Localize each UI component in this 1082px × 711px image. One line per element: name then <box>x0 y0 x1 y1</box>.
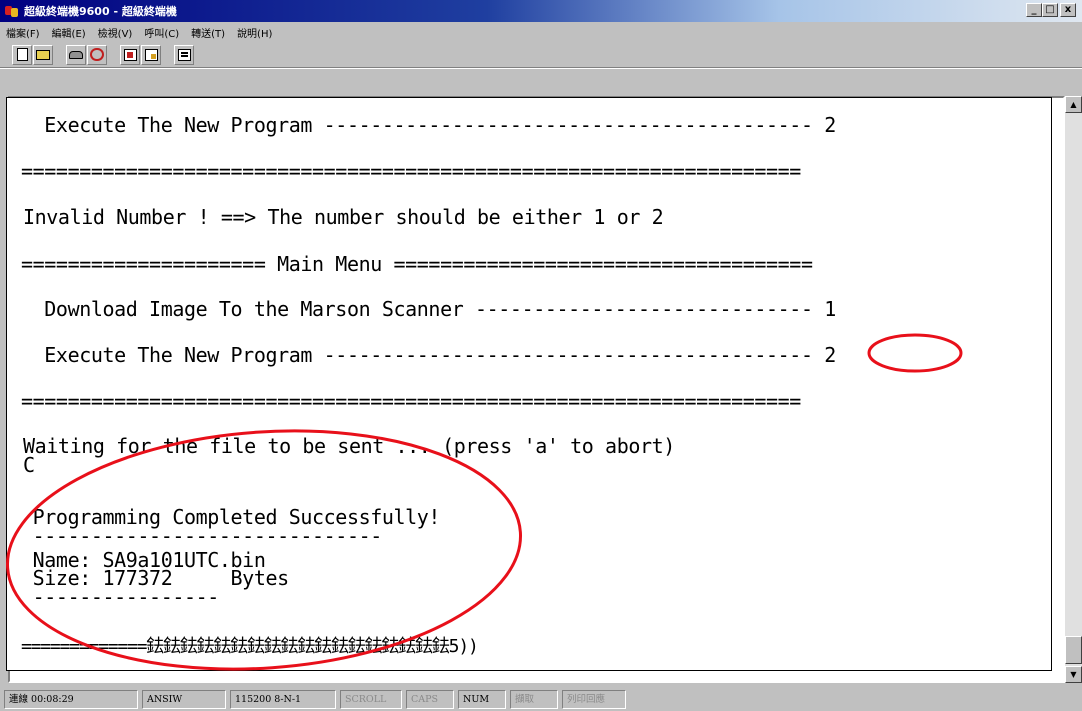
terminal-line: ------------------------------ <box>21 524 383 548</box>
terminal-screen[interactable]: Execute The New Program ----------------… <box>6 97 1052 671</box>
terminal-line: ========================================… <box>21 389 801 413</box>
scroll-down-button[interactable]: ▼ <box>1065 666 1082 683</box>
terminal-line: Waiting for the file to be sent ... (pre… <box>23 434 675 458</box>
hang-up-button[interactable] <box>87 44 107 65</box>
scroll-up-button[interactable]: ▲ <box>1065 96 1082 113</box>
new-button[interactable] <box>12 44 32 65</box>
toolbar <box>0 42 1082 68</box>
status-caps: CAPS <box>406 690 454 709</box>
menu-edit[interactable]: 編輯(E) <box>52 25 86 40</box>
terminal-line: Download Image To the Marson Scanner ---… <box>21 297 836 321</box>
call-button[interactable] <box>66 44 86 65</box>
properties-button[interactable] <box>174 44 194 65</box>
call-icon <box>69 50 83 59</box>
terminal-line: Execute The New Program ----------------… <box>21 343 836 367</box>
terminal-line: C <box>23 453 35 477</box>
menu-transfer[interactable]: 轉送(T) <box>191 25 225 40</box>
status-scroll: SCROLL <box>340 690 402 709</box>
open-icon <box>36 49 50 60</box>
minimize-button[interactable]: _ <box>1026 3 1042 17</box>
new-icon <box>16 48 28 61</box>
window-title: 超級終端機9600 - 超級終端機 <box>24 5 177 18</box>
menu-help[interactable]: 說明(H) <box>237 25 272 40</box>
hang-up-icon <box>90 48 104 61</box>
menu-view[interactable]: 檢視(V) <box>98 25 133 40</box>
terminal-line: =============鉣鉣鉣鉣鉣鉣鉣鉣鉣鉣鉣鉣鉣鉣鉣鉣鉣鉣5)) <box>21 636 479 657</box>
menu-file[interactable]: 檔案(F) <box>6 25 40 40</box>
vertical-scrollbar[interactable]: ▲ ▼ <box>1065 96 1082 683</box>
receive-icon <box>144 48 158 61</box>
terminal-line: Invalid Number ! ==> The number should b… <box>23 205 664 229</box>
status-port-settings: 115200 8-N-1 <box>230 690 336 709</box>
close-button[interactable]: x <box>1060 3 1076 17</box>
app-icon[interactable] <box>4 3 20 19</box>
status-connected-time: 連線 00:08:29 <box>4 690 138 709</box>
title-bar[interactable]: 超級終端機9600 - 超級終端機 _ □ x <box>0 0 1082 22</box>
terminal-line: ===================== Main Menu ========… <box>21 252 813 276</box>
send-button[interactable] <box>120 44 140 65</box>
maximize-button[interactable]: □ <box>1042 3 1058 17</box>
status-bar: 連線 00:08:29 ANSIW 115200 8-N-1 SCROLL CA… <box>0 688 1082 711</box>
receive-button[interactable] <box>141 44 161 65</box>
status-num: NUM <box>458 690 506 709</box>
open-button[interactable] <box>33 44 53 65</box>
status-print-echo: 列印回應 <box>562 690 626 709</box>
hyperterminal-window: 超級終端機9600 - 超級終端機 _ □ x 檔案(F) 編輯(E) 檢視(V… <box>0 0 1082 711</box>
status-emulation: ANSIW <box>142 690 226 709</box>
status-capture: 擷取 <box>510 690 558 709</box>
terminal-line: ---------------- <box>21 585 220 609</box>
properties-icon <box>177 48 191 61</box>
menu-bar: 檔案(F) 編輯(E) 檢視(V) 呼叫(C) 轉送(T) 說明(H) <box>0 22 1082 42</box>
terminal-line: Execute The New Program ----------------… <box>21 113 836 137</box>
terminal-line: ========================================… <box>21 159 801 183</box>
scroll-thumb[interactable] <box>1065 636 1082 664</box>
send-icon <box>123 48 137 61</box>
menu-call[interactable]: 呼叫(C) <box>144 25 179 40</box>
